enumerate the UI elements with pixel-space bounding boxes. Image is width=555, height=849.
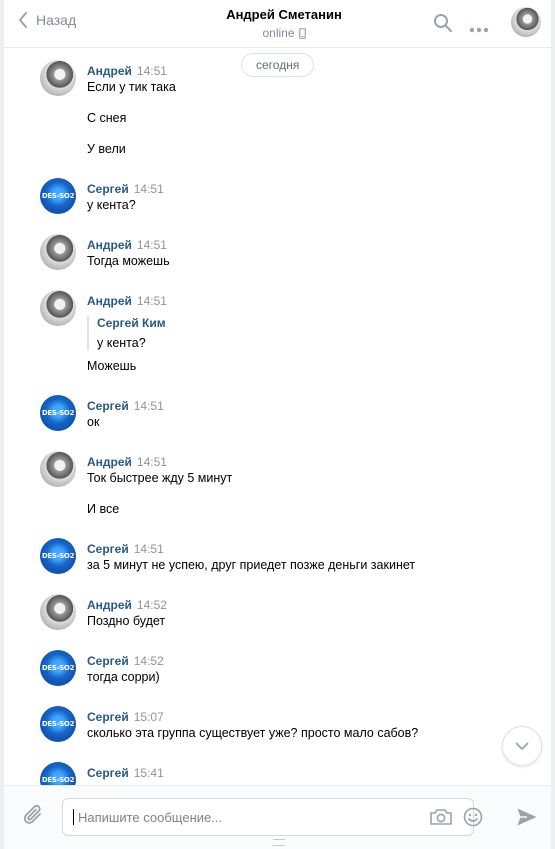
message-time[interactable]: 14:51: [137, 238, 167, 252]
message-text: Можешь: [87, 359, 137, 373]
quote-text: у кента?: [97, 336, 146, 350]
message-text: ок: [87, 415, 100, 429]
message-header: Андрей 14:51: [87, 62, 167, 80]
message-text: тогда сорри): [87, 670, 160, 684]
author-name[interactable]: Сергей: [87, 710, 129, 724]
author-name[interactable]: Сергей: [87, 182, 129, 196]
camera-button[interactable]: [429, 808, 453, 831]
message-time[interactable]: 14:51: [134, 542, 164, 556]
send-icon: [517, 808, 537, 826]
message-text: И все: [87, 502, 120, 516]
avatar-text: DES-SO2: [41, 776, 75, 784]
more-dots-icon: [469, 27, 489, 33]
avatar-text: DES-SO2: [41, 720, 75, 728]
send-button[interactable]: [516, 807, 538, 832]
camera-icon: [430, 809, 452, 825]
message-text: С снея: [87, 111, 127, 125]
more-button[interactable]: [469, 20, 489, 38]
message-header: Сергей 15:41: [87, 764, 164, 782]
avatar[interactable]: [40, 290, 76, 326]
emoji-button[interactable]: [463, 807, 483, 832]
avatar[interactable]: DES-SO2: [40, 395, 76, 431]
message-header: Сергей 14:51: [87, 180, 164, 198]
author-name[interactable]: Сергей: [87, 399, 129, 413]
message-header: Андрей 14:51: [87, 453, 167, 471]
smile-icon: [463, 807, 483, 827]
message-text: сколько эта группа существует уже? прост…: [87, 726, 419, 740]
chevron-left-icon: [19, 12, 27, 28]
message-time[interactable]: 15:41: [134, 766, 164, 780]
resize-grip[interactable]: [273, 839, 285, 846]
message-header: Сергей 14:51: [87, 397, 164, 415]
author-name[interactable]: Андрей: [87, 64, 132, 78]
text-caret: [73, 809, 74, 825]
online-status: online: [184, 26, 384, 40]
back-button[interactable]: Назад: [18, 12, 76, 28]
avatar[interactable]: DES-SO2: [40, 762, 76, 785]
author-name[interactable]: Сергей: [87, 654, 129, 668]
message-time[interactable]: 14:51: [134, 399, 164, 413]
message-header: Андрей 14:51: [87, 236, 167, 254]
message-text: Если у тик така: [87, 80, 176, 94]
message-input-box[interactable]: [62, 798, 483, 836]
message-header: Сергей 14:51: [87, 540, 164, 558]
message-list[interactable]: сегодня Андрей 14:51 Если у тик така С сн…: [4, 48, 551, 785]
avatar[interactable]: [40, 234, 76, 270]
message-time[interactable]: 14:52: [137, 598, 167, 612]
avatar-text: DES-SO2: [41, 409, 75, 417]
author-name[interactable]: Сергей: [87, 766, 129, 780]
chat-title-block[interactable]: Андрей Сметанин online: [184, 7, 384, 40]
avatar[interactable]: DES-SO2: [40, 178, 76, 214]
message-time[interactable]: 14:51: [134, 182, 164, 196]
date-separator: сегодня: [241, 53, 315, 77]
message-time[interactable]: 15:07: [134, 710, 164, 724]
chevron-down-icon: [515, 742, 529, 750]
search-icon: [434, 14, 452, 32]
avatar[interactable]: [40, 60, 76, 96]
attach-button[interactable]: [21, 803, 45, 832]
chat-header: Назад Андрей Сметанин online: [4, 0, 551, 48]
scroll-down-button[interactable]: [502, 726, 542, 766]
avatar[interactable]: DES-SO2: [40, 650, 76, 686]
message-composer: [4, 785, 551, 849]
quote-author[interactable]: Сергей Ким: [97, 316, 166, 330]
chat-window: Назад Андрей Сметанин online сегодня Анд…: [4, 0, 551, 849]
message-time[interactable]: 14:51: [137, 294, 167, 308]
author-name[interactable]: Андрей: [87, 598, 132, 612]
message-header: Андрей 14:52: [87, 596, 167, 614]
header-avatar[interactable]: [511, 7, 541, 37]
message-text: Тогда можешь: [87, 254, 170, 268]
message-text: Поздно будет: [87, 614, 166, 628]
chat-title: Андрей Сметанин: [226, 7, 342, 22]
message-time[interactable]: 14:51: [137, 455, 167, 469]
message-text: У вели: [87, 142, 126, 156]
avatar-text: DES-SO2: [41, 664, 75, 672]
avatar-text: DES-SO2: [41, 192, 75, 200]
paperclip-icon: [23, 804, 41, 824]
message-header: Андрей 14:51: [87, 292, 167, 310]
search-button[interactable]: [433, 13, 453, 38]
avatar[interactable]: [40, 451, 76, 487]
author-name[interactable]: Сергей: [87, 542, 129, 556]
author-name[interactable]: Андрей: [87, 238, 132, 252]
avatar[interactable]: [40, 594, 76, 630]
message-time[interactable]: 14:51: [137, 64, 167, 78]
message-header: Сергей 15:07: [87, 708, 164, 726]
mobile-phone-icon: [298, 27, 306, 39]
message-header: Сергей 14:52: [87, 652, 164, 670]
status-text: online: [262, 26, 295, 40]
back-label: Назад: [36, 12, 77, 28]
avatar-text: DES-SO2: [41, 552, 75, 560]
author-name[interactable]: Андрей: [87, 294, 132, 308]
author-name[interactable]: Андрей: [87, 455, 132, 469]
forwarded-quote[interactable]: Сергей Ким у кента?: [87, 316, 166, 350]
message-input[interactable]: [76, 799, 410, 835]
avatar[interactable]: DES-SO2: [40, 706, 76, 742]
message-text: за 5 минут не успею, друг приедет позже …: [87, 558, 416, 572]
message-text: у кента?: [87, 198, 136, 212]
message-time[interactable]: 14:52: [134, 654, 164, 668]
avatar[interactable]: DES-SO2: [40, 538, 76, 574]
message-text: Ток быстрее жду 5 минут: [87, 471, 233, 485]
